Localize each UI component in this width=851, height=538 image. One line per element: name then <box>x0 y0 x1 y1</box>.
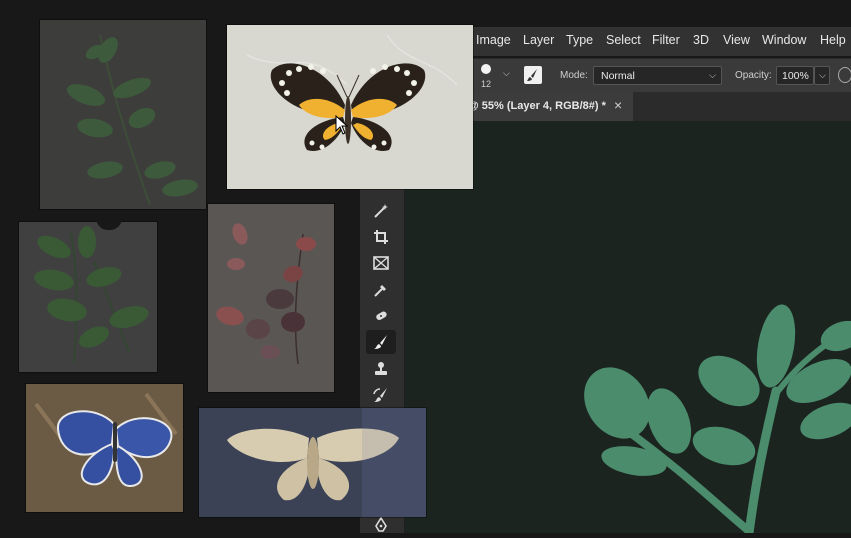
menu-image[interactable]: Image <box>476 33 511 47</box>
magic-wand-icon <box>374 204 388 218</box>
frame-tool[interactable] <box>366 251 396 275</box>
menu-help[interactable]: Help <box>820 33 846 47</box>
menu-filter[interactable]: Filter <box>652 33 680 47</box>
green-sprig-photo[interactable] <box>40 20 206 209</box>
opacity-label: Opacity: <box>735 70 772 81</box>
mode-value: Normal <box>601 69 635 82</box>
menu-3d[interactable]: 3D <box>693 33 709 47</box>
green-leaves-photo[interactable] <box>19 222 157 372</box>
brush-panel-icon <box>527 69 537 81</box>
menu-view[interactable]: View <box>723 33 750 47</box>
menu-window[interactable]: Window <box>762 33 806 47</box>
pen-icon <box>375 516 387 532</box>
clone-stamp-icon <box>375 362 387 375</box>
eyedropper-icon <box>374 285 386 297</box>
brush-settings-toggle[interactable] <box>524 66 542 84</box>
crop-icon <box>374 230 388 244</box>
menu-select[interactable]: Select <box>606 33 641 47</box>
opacity-dropdown[interactable]: ⌵ <box>814 66 830 85</box>
opacity-field[interactable]: 100% <box>776 66 814 85</box>
brush-size-label: 12 <box>481 79 492 89</box>
menu-layer[interactable]: Layer <box>523 33 554 47</box>
opacity-value: 100% <box>782 69 809 82</box>
blue-butterfly-photo[interactable] <box>26 384 183 512</box>
brush-picker-chevron-icon[interactable]: ⌵ <box>503 68 510 79</box>
green-sprig-image <box>66 34 198 206</box>
opacity-chevron-icon: ⌵ <box>819 70 826 80</box>
document-tab[interactable]: @ 55% (Layer 4, RGB/8#) * × <box>468 92 633 121</box>
magic-wand-tool[interactable] <box>366 199 396 223</box>
brush-preset-icon[interactable] <box>481 64 491 74</box>
healing-brush-icon <box>376 311 387 320</box>
frame-icon <box>373 256 389 270</box>
clone-stamp-tool[interactable] <box>366 357 396 381</box>
close-tab-icon[interactable]: × <box>614 97 622 113</box>
yellow-butterfly-photo[interactable] <box>227 25 473 189</box>
history-brush-tool[interactable] <box>366 383 396 407</box>
healing-brush-tool[interactable] <box>366 304 396 328</box>
crop-tool[interactable] <box>366 225 396 249</box>
moth-photo-overlap <box>362 408 426 517</box>
yellow-butterfly-image <box>246 34 458 151</box>
mode-label: Mode: <box>560 70 588 81</box>
history-brush-icon <box>373 388 387 402</box>
mode-select[interactable]: Normal ⌵ <box>593 66 722 85</box>
green-leaves-image <box>34 226 149 363</box>
pink-leaves-image <box>216 223 316 365</box>
document-tab-title: @ 55% (Layer 4, RGB/8#) * <box>468 100 606 112</box>
pink-leaves-photo[interactable] <box>208 204 334 392</box>
brush-tool[interactable] <box>366 330 396 354</box>
eyedropper-tool[interactable] <box>366 278 396 302</box>
blue-butterfly-image <box>26 384 183 512</box>
brush-icon <box>374 335 387 349</box>
menu-type[interactable]: Type <box>566 33 593 47</box>
mode-chevron-icon: ⌵ <box>709 70 716 80</box>
mouse-cursor-icon <box>335 115 349 135</box>
pressure-opacity-icon[interactable] <box>838 67 851 83</box>
